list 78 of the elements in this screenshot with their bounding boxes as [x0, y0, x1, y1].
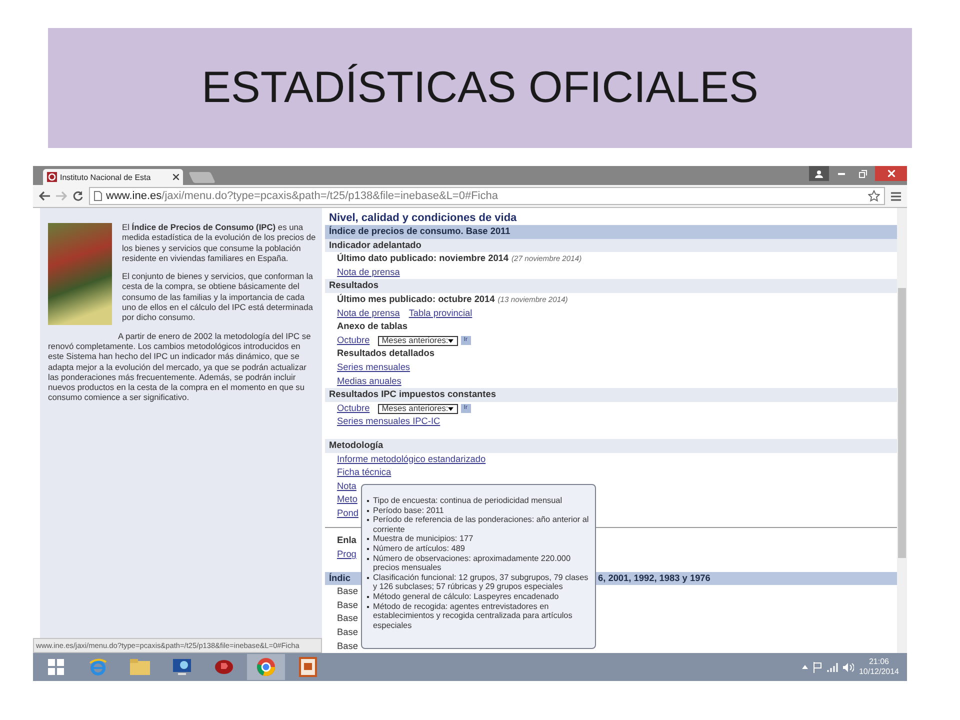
intro-paragraph: El Índice de Precios de Consumo (IPC) es una medida estadística de la evolución de los precios de los bienes y servicios que consume la población residente en viviendas familiares en España.	[122, 222, 317, 264]
section-header: Índic	[328, 572, 350, 583]
taskbar-app[interactable]	[247, 654, 285, 680]
list-item: Base	[337, 626, 358, 640]
list-item: Base	[337, 640, 358, 653]
content-link[interactable]: Medias anuales	[337, 374, 402, 388]
subheading: Anexo de tablas	[337, 320, 408, 334]
content-link[interactable]: Informe metodológico estandarizado	[337, 452, 486, 466]
chrome-icon	[256, 657, 276, 677]
publication-info: Último dato publicado: noviembre 2014	[337, 252, 509, 266]
publication-info: Último mes publicado: octubre 2014	[337, 292, 495, 306]
address-field[interactable]: www.ine.es/jaxi/menu.do?type=pcaxis&path=/t25/p138&file=inebase&L=0#Ficha	[89, 187, 885, 205]
content-link[interactable]: Nota de prensa	[337, 306, 400, 320]
content-link[interactable]: Nota de prensa	[337, 266, 400, 280]
content-link[interactable]: Series mensuales	[337, 360, 410, 375]
restore-icon	[859, 170, 867, 178]
minimize-icon	[838, 172, 844, 174]
tooltip-item: Período base: 2011	[373, 506, 444, 516]
tooltip-item: Tipo de encuesta: continua de periodicidad mensual	[373, 496, 562, 506]
menu-icon[interactable]	[891, 192, 901, 200]
page-icon	[94, 191, 102, 201]
caret-icon	[448, 406, 454, 411]
month-dropdown[interactable]: Meses anteriores:	[378, 336, 458, 346]
browser-tab[interactable]: Instituto Nacional de Esta	[43, 169, 183, 185]
list-item: Base	[337, 612, 358, 626]
scrollbar[interactable]	[897, 208, 907, 653]
new-tab-button[interactable]	[188, 172, 216, 183]
slide-title: ESTADÍSTICAS OFICIALES	[202, 63, 758, 113]
user-button[interactable]	[809, 166, 829, 181]
tooltip-item: Clasificación funcional: 12 grupos, 37 subgrupos, 79 clases y 126 subclases; 57 rúbricas y 29 grupos especiales	[373, 572, 589, 592]
tooltip-item: Método general de cálculo: Laspeyres encadenado	[373, 592, 559, 602]
folder-icon	[129, 658, 151, 676]
subheading: Resultados detallados	[337, 347, 435, 360]
list-item: Base	[337, 598, 358, 612]
favicon-icon	[47, 172, 57, 182]
content-link[interactable]: Prog	[337, 548, 356, 562]
close-button[interactable]	[875, 166, 907, 181]
content-link[interactable]: Octubre	[337, 402, 370, 416]
page-heading: Nivel, calidad y condiciones de vida	[328, 212, 518, 225]
reload-icon[interactable]	[73, 191, 83, 201]
star-icon[interactable]	[868, 190, 880, 202]
back-icon[interactable]	[39, 191, 50, 201]
tooltip-item: Método de recogida: agentes entrevistadores en establecimientos y recogida centralizada para artículos especiales	[373, 602, 574, 630]
section-bar: Indicador adelantado	[325, 238, 897, 252]
tooltip-item: Número de observaciones: aproximadamente 220.000 precios mensuales	[373, 554, 572, 573]
caret-icon	[448, 338, 454, 343]
content-link[interactable]: Tabla provincial	[408, 306, 472, 320]
intro-paragraph: A partir de enero de 2002 la metodología del IPC se renovó completamente. Los cambios metodológicos introducidos en este Sistema han hecho del IPC un indicador más dinámico, que se adapta mejor a la evolución del mercado, ya que se podrán actualizar las ponderaciones más frecuentemente. Además, se podrán incluir nuevos productos en la cesta de la compra en el momento en que su consumo comience a ser significativo.	[48, 330, 312, 403]
tooltip-item: Período de referencia de las ponderaciones: año anterior al corriente	[373, 515, 589, 534]
monitor-globe-icon	[172, 657, 192, 677]
month-dropdown[interactable]: Meses anteriores:	[378, 404, 458, 414]
caret-up-icon[interactable]	[802, 665, 808, 669]
section-header: 6, 2001, 1992, 1983 y 1976	[598, 572, 710, 585]
list-item: Base	[337, 585, 358, 598]
close-icon[interactable]	[173, 174, 179, 180]
content-link[interactable]: Octubre	[337, 334, 370, 348]
subheading: Enla	[337, 534, 356, 548]
content-link[interactable]: Ficha técnica	[337, 466, 392, 480]
person-icon	[815, 170, 823, 178]
presentation-icon	[299, 657, 317, 677]
section-bar: Resultados	[325, 279, 897, 293]
content-link[interactable]: Nota	[337, 480, 356, 494]
tooltip-item: Número de artículos: 489	[373, 544, 465, 554]
windows-icon	[48, 659, 64, 675]
oval-logo-icon	[214, 659, 234, 675]
close-icon	[888, 170, 894, 177]
content-link[interactable]: Pond	[337, 506, 358, 520]
globe-e-icon	[88, 657, 108, 677]
tooltip-item: Muestra de municipios: 177	[373, 534, 474, 544]
intro-paragraph: El conjunto de bienes y servicios, que conforman la cesta de la compra, se obtiene básicamente del consumo de las familias y la importancia de cada uno de ellos en el cálculo del IPC está determinada por dicho consumo.	[122, 271, 314, 323]
section-header: Índice de precios de consumo. Base 2011	[325, 225, 897, 239]
flag-icon[interactable]	[812, 662, 822, 672]
content-link[interactable]: Series mensuales IPC-IC	[337, 415, 440, 429]
section-bar: Resultados IPC impuestos constantes	[325, 388, 897, 402]
content-link[interactable]: Meto	[337, 493, 358, 507]
speaker-icon[interactable]	[842, 662, 854, 672]
signal-icon[interactable]	[826, 662, 838, 672]
section-bar: Metodología	[325, 438, 897, 452]
